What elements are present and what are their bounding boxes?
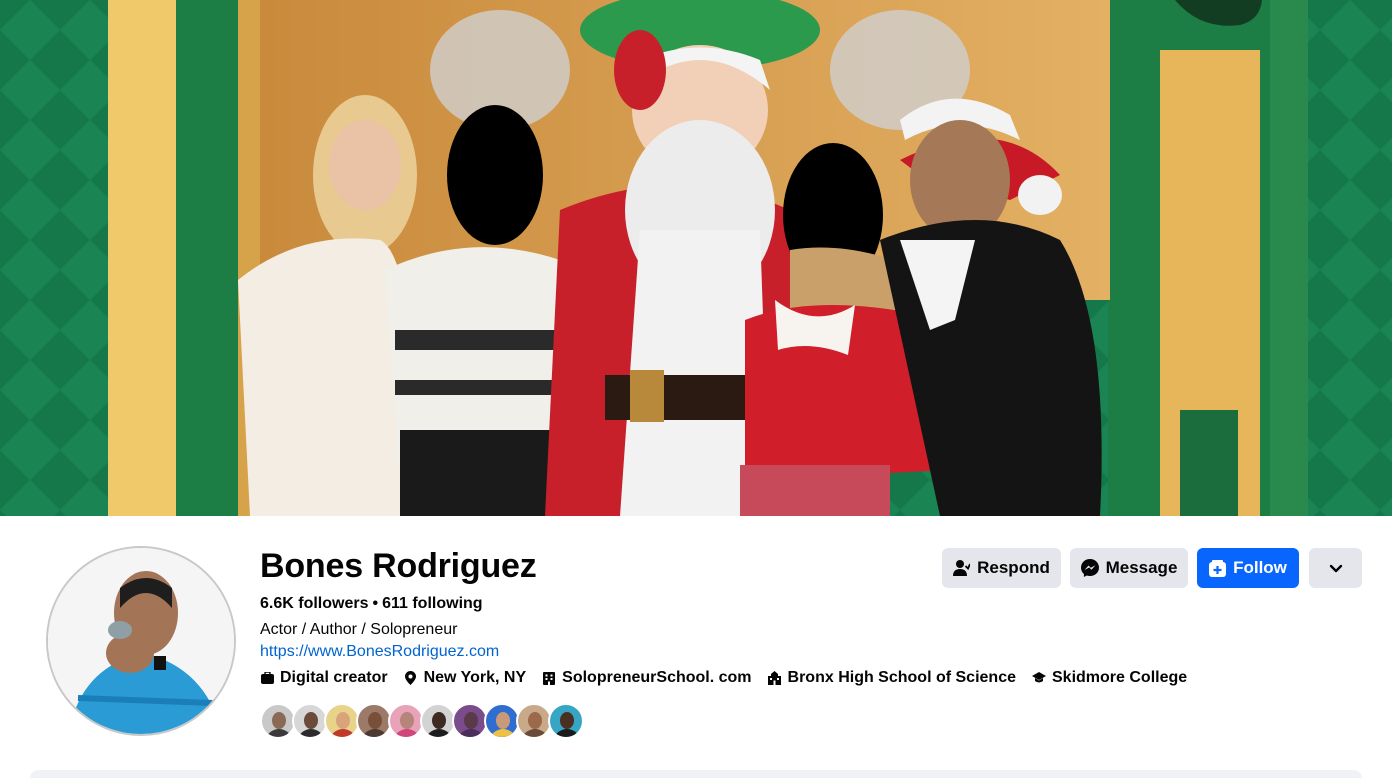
detail-college: Skidmore College (1032, 668, 1187, 688)
follow-label: Follow (1233, 558, 1287, 577)
chevron-down-icon (1329, 558, 1343, 578)
detail-category: Digital creator (260, 668, 388, 688)
respond-label: Respond (977, 558, 1050, 577)
respond-button[interactable]: Respond (942, 548, 1061, 588)
detail-high-school-label[interactable]: Bronx High School of Science (788, 668, 1016, 688)
person-icon (953, 560, 971, 576)
friend-avatar[interactable] (516, 703, 552, 739)
profile-name: Bones Rodriguez (260, 547, 537, 585)
message-button[interactable]: Message (1070, 548, 1188, 588)
message-label: Message (1105, 558, 1178, 577)
friend-avatar[interactable] (420, 703, 456, 739)
detail-location: New York, NY (404, 668, 527, 688)
followers-link[interactable]: 6.6K followers (260, 595, 368, 612)
friend-avatar[interactable] (292, 703, 328, 739)
cover-photo-image (0, 0, 1392, 516)
friend-avatar[interactable] (356, 703, 392, 739)
detail-workplace: SolopreneurSchool. com (542, 668, 752, 688)
friend-avatar[interactable] (484, 703, 520, 739)
graduation-cap-icon (1032, 671, 1046, 685)
messenger-icon (1080, 559, 1099, 577)
following-link[interactable]: 611 following (382, 595, 482, 612)
friend-avatar[interactable] (324, 703, 360, 739)
detail-high-school: Bronx High School of Science (768, 668, 1016, 688)
content-area-top (30, 770, 1362, 778)
follow-button[interactable]: Follow (1197, 548, 1299, 588)
friend-avatar[interactable] (452, 703, 488, 739)
building-icon (542, 671, 556, 685)
detail-college-label[interactable]: Skidmore College (1052, 668, 1187, 688)
profile-picture[interactable] (46, 546, 236, 736)
profile-tagline: Actor / Author / Solopreneur (260, 621, 458, 638)
cover-photo[interactable] (0, 0, 1392, 516)
more-options-button[interactable] (1309, 548, 1362, 588)
follow-counts: 6.6K followers • 611 following (260, 594, 483, 614)
follow-plus-icon (1209, 559, 1227, 577)
friend-avatar[interactable] (548, 703, 584, 739)
school-icon (768, 671, 782, 685)
separator-dot: • (372, 595, 379, 612)
location-pin-icon (404, 671, 418, 685)
detail-location-label[interactable]: New York, NY (424, 668, 527, 688)
website-link[interactable]: https://www.BonesRodriguez.com (260, 642, 499, 662)
profile-details: Digital creator New York, NY Solopreneur… (260, 668, 1203, 688)
detail-category-label: Digital creator (280, 669, 388, 686)
friend-avatar[interactable] (260, 703, 296, 739)
friend-avatar[interactable] (388, 703, 424, 739)
friends-avatars (260, 703, 584, 739)
profile-picture-image (48, 548, 234, 734)
briefcase-icon (260, 671, 274, 685)
detail-workplace-label[interactable]: SolopreneurSchool. com (562, 668, 751, 688)
